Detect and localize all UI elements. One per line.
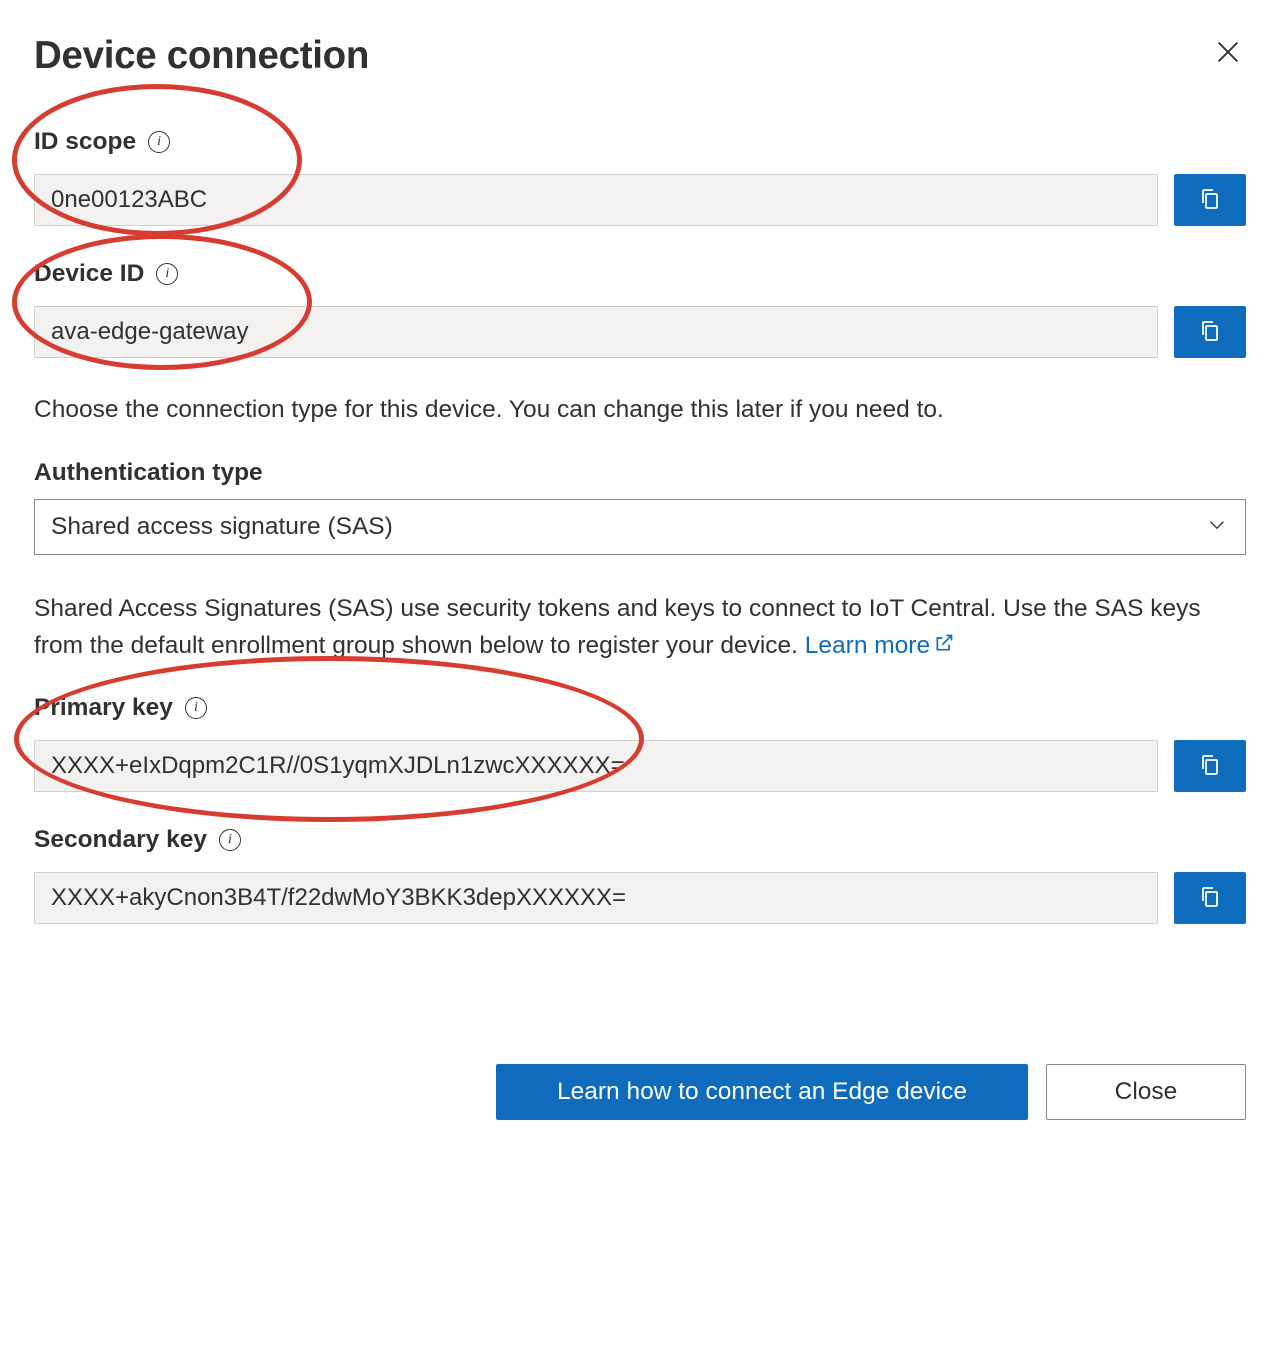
dialog-title: Device connection (34, 34, 369, 78)
device-id-label: Device ID i (34, 260, 178, 288)
copy-device-id-button[interactable] (1174, 306, 1246, 358)
auth-type-selected-value: Shared access signature (SAS) (51, 513, 393, 541)
copy-icon (1198, 319, 1222, 346)
secondary-key-label: Secondary key i (34, 826, 241, 854)
id-scope-label: ID scope i (34, 128, 170, 156)
auth-type-label: Authentication type (34, 459, 1246, 487)
sas-description: Shared Access Signatures (SAS) use secur… (34, 591, 1246, 665)
copy-id-scope-button[interactable] (1174, 174, 1246, 226)
copy-secondary-key-button[interactable] (1174, 872, 1246, 924)
learn-connect-edge-button[interactable]: Learn how to connect an Edge device (496, 1064, 1028, 1120)
learn-more-link[interactable]: Learn more (805, 628, 954, 665)
info-icon[interactable]: i (219, 829, 241, 851)
info-icon[interactable]: i (185, 697, 207, 719)
primary-key-input[interactable] (34, 740, 1158, 792)
copy-icon (1198, 187, 1222, 214)
primary-key-label: Primary key i (34, 694, 207, 722)
device-id-input[interactable] (34, 306, 1158, 358)
close-footer-button[interactable]: Close (1046, 1064, 1246, 1120)
secondary-key-input[interactable] (34, 872, 1158, 924)
close-button[interactable] (1210, 34, 1246, 73)
info-icon[interactable]: i (156, 263, 178, 285)
copy-icon (1198, 885, 1222, 912)
external-link-icon (934, 628, 954, 665)
info-icon[interactable]: i (148, 131, 170, 153)
annotation-ellipse-primary-key (14, 656, 644, 822)
copy-primary-key-button[interactable] (1174, 740, 1246, 792)
connection-type-description: Choose the connection type for this devi… (34, 392, 1246, 429)
id-scope-input[interactable] (34, 174, 1158, 226)
close-icon (1214, 38, 1242, 69)
copy-icon (1198, 753, 1222, 780)
auth-type-select[interactable]: Shared access signature (SAS) (34, 499, 1246, 555)
